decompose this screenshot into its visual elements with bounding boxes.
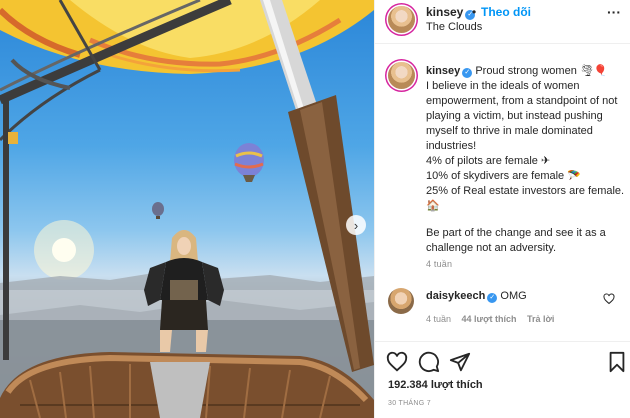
comment-icon[interactable]: [418, 351, 440, 373]
chevron-right-icon: ›: [353, 217, 359, 233]
distant-balloon-small: [152, 202, 164, 219]
paper-plane-icon[interactable]: [449, 351, 471, 373]
distant-balloon-large: [234, 143, 264, 182]
photo-illustration: [0, 0, 374, 418]
verified-badge-icon: ✓: [487, 293, 498, 303]
author-username-text[interactable]: kinsey: [426, 5, 463, 19]
heart-icon[interactable]: [386, 351, 408, 373]
avatar[interactable]: [388, 6, 415, 33]
comment: daisykeech ✓ OMG: [426, 290, 527, 303]
balloon-basket: [0, 352, 374, 418]
next-photo-button[interactable]: ›: [346, 215, 366, 235]
reply-button[interactable]: Trả lời: [527, 314, 554, 324]
comment-heart-icon[interactable]: [603, 293, 615, 305]
post-header: kinsey ✓ • Theo dõi The Clouds ···: [375, 0, 630, 44]
comment-username[interactable]: daisykeech: [426, 290, 485, 302]
bookmark-icon[interactable]: [606, 351, 628, 373]
author-username[interactable]: kinsey ✓: [426, 5, 476, 20]
caption-line: I believe in the ideals of women empower…: [426, 80, 618, 152]
caption-line: Be part of the change and see it as a ch…: [426, 227, 606, 254]
caption-line: 25% of Real estate investors are female.…: [426, 185, 625, 212]
post-actions: 192.384 lượt thích 30 THÁNG 7: [375, 341, 630, 418]
location-link[interactable]: The Clouds: [426, 21, 482, 33]
verified-badge-icon: ✓: [462, 68, 473, 78]
post-likes-count[interactable]: 192.384 lượt thích: [388, 379, 483, 391]
caption-line: 10% of skydivers are female 🪂: [426, 170, 581, 182]
post-caption: kinsey ✓ Proud strong women 🌪🎈 I believe …: [426, 64, 626, 256]
post-photo[interactable]: ›: [0, 0, 374, 418]
caption-line: Proud strong women 🌪🎈: [475, 65, 608, 77]
caption-avatar[interactable]: [388, 62, 415, 89]
comment-text: OMG: [500, 290, 527, 302]
comment-meta: 4 tuần 44 lượt thích Trả lời: [426, 314, 562, 324]
separator-dot: •: [472, 5, 477, 19]
caption-username[interactable]: kinsey: [426, 65, 460, 77]
caption-line: 4% of pilots are female ✈: [426, 155, 551, 167]
caption-timestamp[interactable]: 4 tuần: [426, 259, 452, 269]
more-options-icon[interactable]: ···: [607, 4, 621, 20]
commenter-avatar[interactable]: [388, 288, 414, 314]
post-sidebar: kinsey ✓ • Theo dõi The Clouds ··· kinsey…: [374, 0, 630, 418]
comment-likes[interactable]: 44 lượt thích: [462, 314, 517, 324]
comment-timestamp[interactable]: 4 tuần: [426, 314, 451, 324]
follow-button[interactable]: Theo dõi: [481, 5, 531, 19]
post-date[interactable]: 30 THÁNG 7: [388, 400, 431, 407]
